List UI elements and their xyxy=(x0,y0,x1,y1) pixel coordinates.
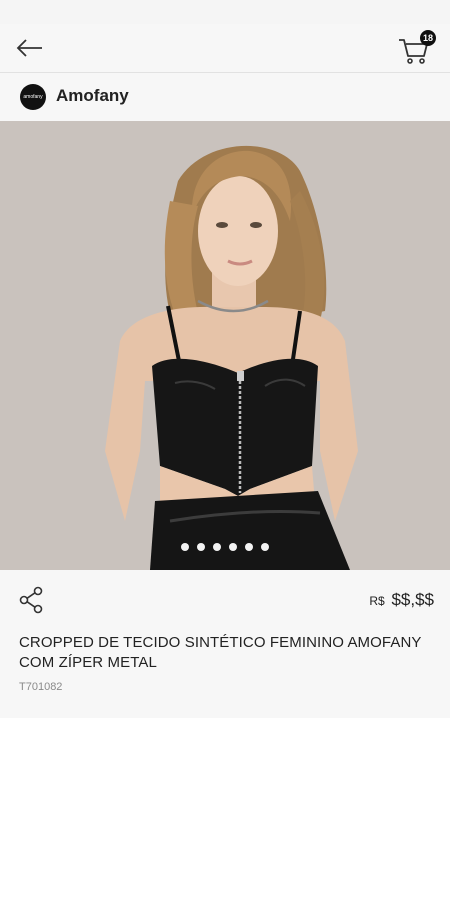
share-icon xyxy=(19,586,43,614)
back-button[interactable] xyxy=(14,34,46,62)
arrow-left-icon xyxy=(16,39,42,57)
top-app-bar: 18 xyxy=(0,24,450,73)
price-value: $$,$$ xyxy=(391,590,434,609)
carousel-dot[interactable] xyxy=(229,543,237,551)
brand-bar[interactable]: amofany Amofany xyxy=(0,73,450,122)
carousel-dot[interactable] xyxy=(197,543,205,551)
product-sku: T701082 xyxy=(19,681,63,693)
cart-button[interactable]: 18 xyxy=(396,30,438,66)
carousel-indicators xyxy=(0,538,450,556)
brand-name: Amofany xyxy=(56,86,129,105)
brand-logo: amofany xyxy=(20,84,46,110)
share-button[interactable] xyxy=(18,586,46,614)
carousel-dot[interactable] xyxy=(213,543,221,551)
product-photo xyxy=(0,121,450,570)
product-image-carousel[interactable] xyxy=(0,121,450,570)
cart-count-badge: 18 xyxy=(420,30,436,46)
carousel-dot[interactable] xyxy=(261,543,269,551)
carousel-dot[interactable] xyxy=(245,543,253,551)
price-currency: R$ xyxy=(369,594,385,608)
carousel-dot[interactable] xyxy=(181,543,189,551)
status-bar xyxy=(0,0,450,24)
product-title: CROPPED DE TECIDO SINTÉTICO FEMININO AMO… xyxy=(19,634,422,671)
product-price: R$ $$,$$ xyxy=(369,590,434,610)
product-info-panel: R$ $$,$$ CROPPED DE TECIDO SINTÉTICO FEM… xyxy=(0,570,450,718)
